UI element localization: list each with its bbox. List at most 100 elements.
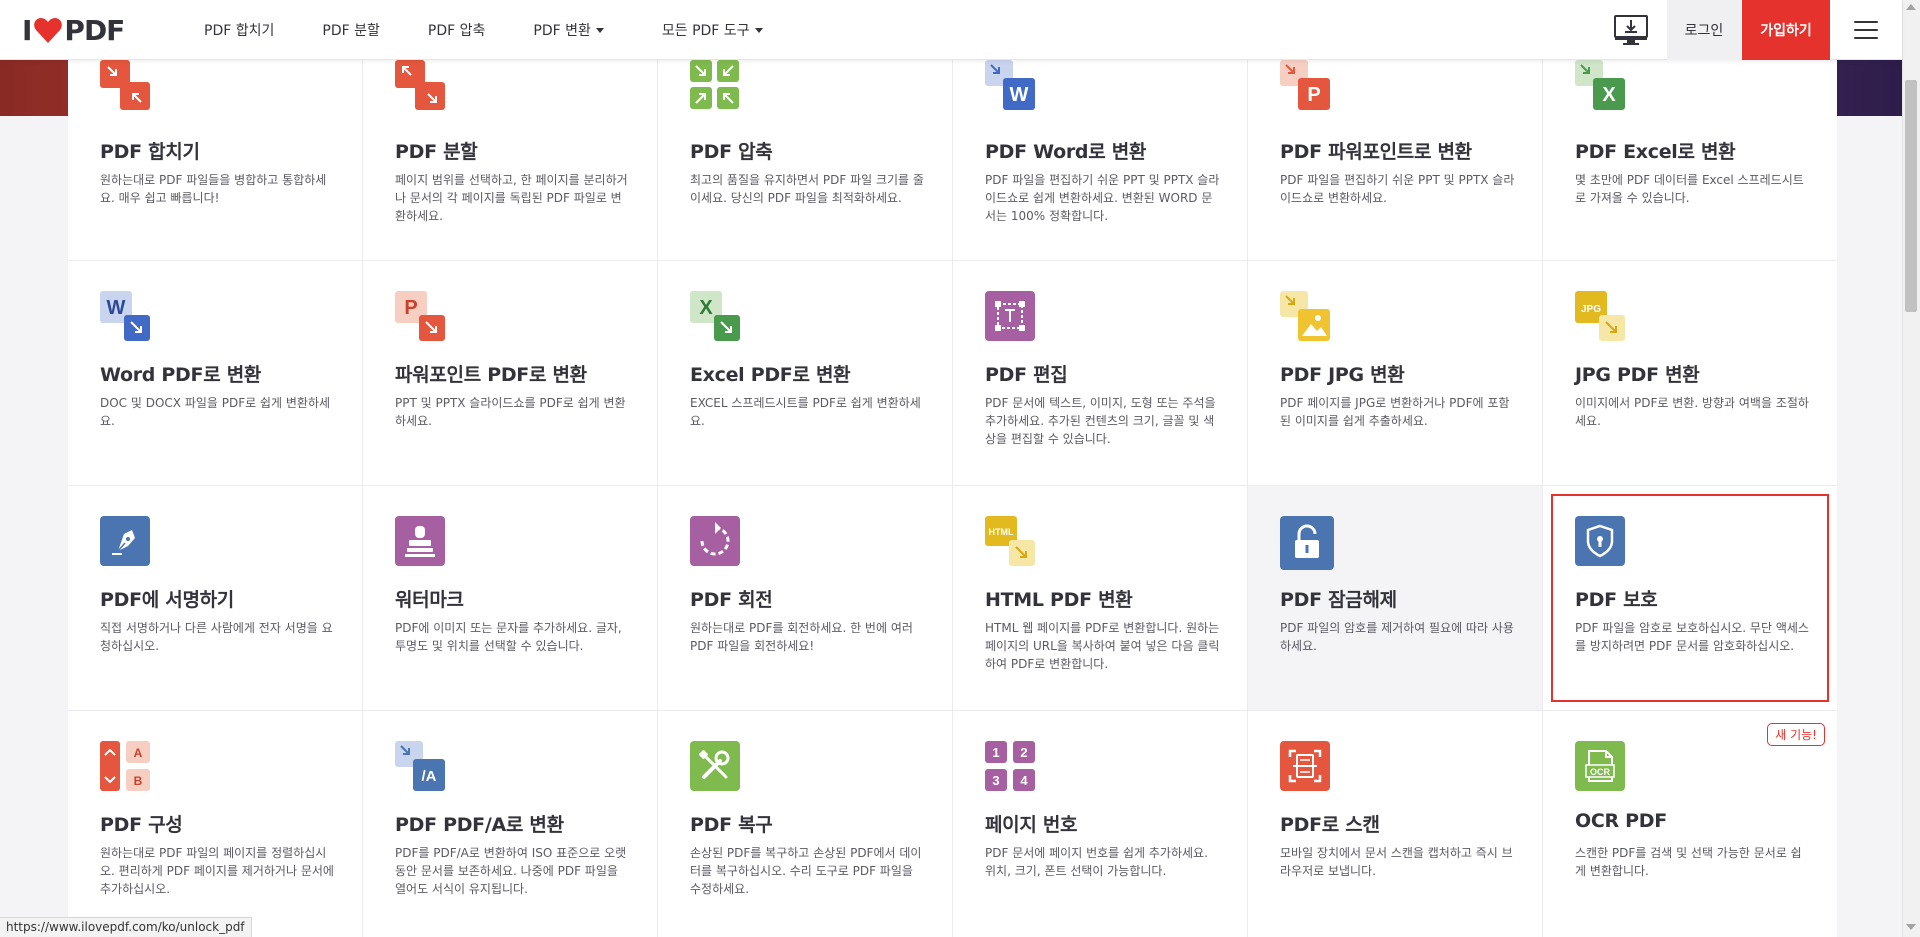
tool-title: PDF PDF/A로 변환 (395, 814, 564, 836)
tool-title: Excel PDF로 변환 (690, 364, 851, 386)
ppt-letter: P (404, 297, 417, 319)
word-letter: W (107, 297, 126, 319)
nav-label: 모든 PDF 도구 (661, 23, 750, 39)
nav-compress-pdf[interactable]: PDF 압축 (428, 20, 486, 40)
nav-label: PDF 분할 (322, 23, 380, 39)
tool-description: 스캔한 PDF를 검색 및 선택 가능한 문서로 쉽게 변환합니다. (1575, 846, 1802, 878)
page-number-1: 1 (992, 745, 999, 760)
tool-description: PDF를 PDF/A로 변환하여 ISO 표준으로 오랫동안 문서를 보존하세요… (395, 846, 627, 896)
tool-title: PDF Word로 변환 (985, 141, 1147, 163)
tool-card-sign[interactable]: PDF에 서명하기 직접 서명하거나 다른 사람에게 전자 서명을 요청하십시오… (68, 486, 362, 710)
tool-title: 워터마크 (395, 589, 464, 611)
tool-title: OCR PDF (1575, 810, 1667, 832)
tool-card-pdfa[interactable]: /A PDF PDF/A로 변환 PDF를 PDF/A로 변환하여 ISO 표준… (363, 711, 657, 937)
tool-title: PDF 분할 (395, 141, 478, 163)
word-to-pdf-icon: W (100, 291, 150, 341)
hamburger-menu-icon[interactable] (1852, 16, 1880, 44)
tool-description: PDF 파일을 편집하기 쉬운 PPT 및 PPTX 슬라이드쇼로 변환하세요. (1280, 173, 1515, 205)
split-pdf-icon (395, 60, 445, 110)
main-nav: PDF 합치기 PDF 분할 PDF 압축 PDF 변환 모든 PDF 도구 (204, 0, 811, 60)
tool-card-excel-to-pdf[interactable]: X Excel PDF로 변환 EXCEL 스프레드시트를 PDF로 쉽게 변환… (658, 261, 952, 485)
tool-card-ocr[interactable]: OCR 새 기능! OCR PDF 스캔한 PDF를 검색 및 선택 가능한 문… (1543, 711, 1837, 937)
tool-title: PDF 편집 (985, 364, 1068, 386)
tool-card-pdf-to-excel[interactable]: X PDF Excel로 변환 몇 초만에 PDF 데이터를 Excel 스프레… (1543, 60, 1837, 260)
new-feature-badge: 새 기능! (1767, 723, 1825, 746)
watermark-icon (395, 516, 445, 566)
ocr-label: OCR (1590, 767, 1611, 777)
tool-description: HTML 웹 페이지를 PDF로 변환합니다. 원하는 페이지의 URL을 복사… (985, 621, 1220, 671)
caret-down-icon (754, 27, 763, 33)
top-header: I PDF PDF 합치기 PDF 분할 PDF 압축 PDF 변환 모든 PD… (0, 0, 1902, 60)
tool-description: PDF 파일을 암호로 보호하십시오. 무단 액세스를 방지하려면 PDF 문서… (1575, 621, 1809, 653)
tool-card-protect[interactable]: PDF 보호 PDF 파일을 암호로 보호하십시오. 무단 액세스를 방지하려면… (1543, 486, 1837, 710)
tool-card-word-to-pdf[interactable]: W Word PDF로 변환 DOC 및 DOCX 파일을 PDF로 쉽게 변환… (68, 261, 362, 485)
tool-description: PPT 및 PPTX 슬라이드쇼를 PDF로 쉽게 변환하세요. (395, 396, 626, 428)
page-number-2: 2 (1020, 745, 1027, 760)
page-a-letter: A (134, 746, 143, 760)
tool-card-page-numbers[interactable]: 1 2 3 4 페이지 번호 PDF 문서에 페이지 번호를 쉽게 추가하세요.… (953, 711, 1247, 937)
signup-button[interactable]: 가입하기 (1742, 0, 1830, 60)
protect-pdf-icon (1575, 516, 1625, 566)
tool-card-scan[interactable]: PDF로 스캔 모바일 장치에서 문서 스캔을 캡처하고 즉시 브라우저로 보냅… (1248, 711, 1542, 937)
tool-card-split[interactable]: PDF 분할 페이지 범위를 선택하고, 한 페이지를 분리하거나 문서의 각 … (363, 60, 657, 260)
tool-card-pdf-to-ppt[interactable]: P PDF 파워포인트로 변환 PDF 파일을 편집하기 쉬운 PPT 및 PP… (1248, 60, 1542, 260)
tool-description: PDF 파일을 편집하기 쉬운 PPT 및 PPTX 슬라이드쇼로 쉽게 변환하… (985, 173, 1220, 223)
desktop-app-button[interactable] (1612, 12, 1650, 48)
tool-card-jpg-to-pdf[interactable]: JPG JPG PDF 변환 이미지에서 PDF로 변환. 방향과 여백을 조절… (1543, 261, 1837, 485)
pdf-to-pdfa-icon: /A (395, 741, 445, 791)
caret-down-icon (595, 27, 604, 33)
scroll-down-arrow-icon[interactable] (1906, 924, 1916, 930)
tool-description: 직접 서명하거나 다른 사람에게 전자 서명을 요청하십시오. (100, 621, 333, 653)
tool-title: PDF 복구 (690, 814, 773, 836)
tool-description: 이미지에서 PDF로 변환. 방향과 여백을 조절하세요. (1575, 396, 1809, 428)
page-numbers-icon: 1 2 3 4 (985, 741, 1035, 791)
scroll-up-arrow-icon[interactable] (1906, 4, 1916, 10)
excel-to-pdf-icon: X (690, 291, 740, 341)
compress-pdf-icon (690, 60, 739, 109)
tool-title: PDF로 스캔 (1280, 814, 1380, 836)
ppt-letter: P (1307, 84, 1320, 106)
tool-card-compress[interactable]: PDF 압축 최고의 품질을 유지하면서 PDF 파일 크기를 줄이세요. 당신… (658, 60, 952, 260)
tool-card-organize[interactable]: A B PDF 구성 원하는대로 PDF 파일의 페이지를 정렬하십시오. 편리… (68, 711, 362, 937)
tool-card-ppt-to-pdf[interactable]: P 파워포인트 PDF로 변환 PPT 및 PPTX 슬라이드쇼를 PDF로 쉽… (363, 261, 657, 485)
tool-description: DOC 및 DOCX 파일을 PDF로 쉽게 변환하세요. (100, 396, 331, 428)
nav-all-tools[interactable]: 모든 PDF 도구 (662, 20, 763, 40)
unlock-pdf-icon (1280, 516, 1334, 570)
tool-description: PDF 파일의 암호를 제거하여 필요에 따라 사용하세요. (1280, 621, 1514, 653)
tools-grid: PDF 합치기 원하는대로 PDF 파일들을 병합하고 통합하세요. 매우 쉽고… (68, 60, 1837, 937)
login-button[interactable]: 로그인 (1667, 0, 1741, 60)
html-to-pdf-icon: HTML (985, 516, 1035, 566)
page-number-4: 4 (1020, 773, 1028, 788)
tool-title: HTML PDF 변환 (985, 589, 1133, 611)
jpg-to-pdf-icon: JPG (1575, 291, 1625, 341)
tool-card-pdf-to-word[interactable]: W PDF Word로 변환 PDF 파일을 편집하기 쉬운 PPT 및 PPT… (953, 60, 1247, 260)
ilovepdf-logo[interactable]: I PDF (22, 12, 125, 48)
tool-card-unlock[interactable]: PDF 잠금해제 PDF 파일의 암호를 제거하여 필요에 따라 사용하세요. (1248, 486, 1542, 710)
scrollbar-thumb[interactable] (1905, 80, 1917, 312)
tool-title: PDF 잠금해제 (1280, 589, 1397, 611)
tool-card-watermark[interactable]: 워터마크 PDF에 이미지 또는 문자를 추가하세요. 글자, 투명도 및 위치… (363, 486, 657, 710)
tool-description: 원하는대로 PDF를 회전하세요. 한 번에 여러 PDF 파일을 회전하세요! (690, 621, 913, 653)
tool-description: PDF 페이지를 JPG로 변환하거나 PDF에 포함된 이미지를 쉽게 추출하… (1280, 396, 1510, 428)
tool-card-pdf-to-jpg[interactable]: PDF JPG 변환 PDF 페이지를 JPG로 변환하거나 PDF에 포함된 … (1248, 261, 1542, 485)
tool-card-rotate[interactable]: PDF 회전 원하는대로 PDF를 회전하세요. 한 번에 여러 PDF 파일을… (658, 486, 952, 710)
tool-card-html-to-pdf[interactable]: HTML HTML PDF 변환 HTML 웹 페이지를 PDF로 변환합니다.… (953, 486, 1247, 710)
tool-card-merge[interactable]: PDF 합치기 원하는대로 PDF 파일들을 병합하고 통합하세요. 매우 쉽고… (68, 60, 362, 260)
organize-pdf-icon: A B (100, 741, 150, 791)
word-letter: W (1010, 84, 1029, 106)
excel-letter: X (1602, 84, 1616, 106)
tool-title: Word PDF로 변환 (100, 364, 262, 386)
tool-description: 몇 초만에 PDF 데이터를 Excel 스프레드시트로 가져올 수 있습니다. (1575, 173, 1804, 205)
excel-letter: X (699, 297, 713, 319)
heart-icon (34, 18, 63, 43)
nav-split-pdf[interactable]: PDF 분할 (322, 20, 380, 40)
repair-pdf-icon (690, 741, 740, 791)
tool-card-repair[interactable]: PDF 복구 손상된 PDF를 복구하고 손상된 PDF에서 데이터를 복구하십… (658, 711, 952, 937)
tool-card-edit[interactable]: PDF 편집 PDF 문서에 텍스트, 이미지, 도형 또는 주석을 추가하세요… (953, 261, 1247, 485)
tool-title: 파워포인트 PDF로 변환 (395, 364, 587, 386)
nav-label: PDF 변환 (533, 23, 591, 39)
scan-to-pdf-icon (1280, 741, 1330, 791)
nav-merge-pdf[interactable]: PDF 합치기 (204, 20, 274, 40)
logo-i: I (22, 13, 32, 47)
nav-convert-pdf[interactable]: PDF 변환 (533, 20, 604, 40)
